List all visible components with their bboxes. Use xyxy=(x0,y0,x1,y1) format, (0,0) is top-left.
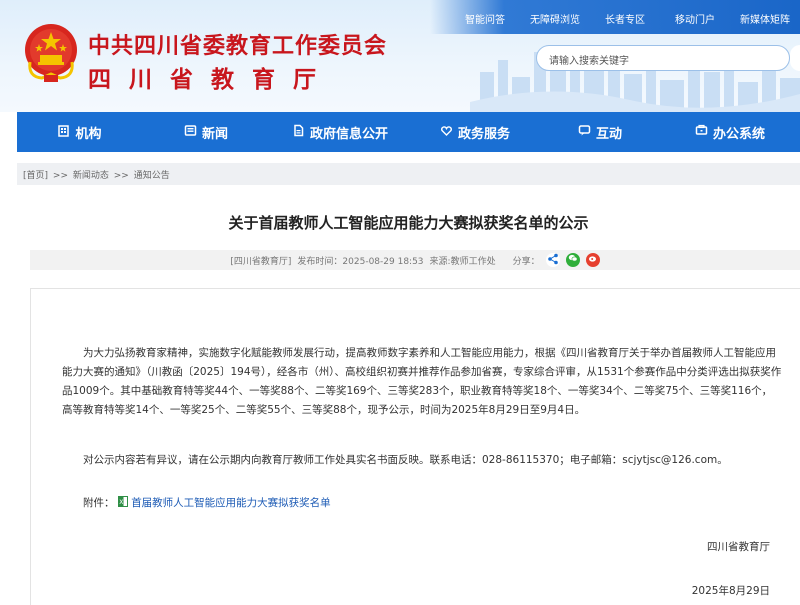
nav-item-office-system[interactable]: 办公系统 xyxy=(660,112,800,152)
chat-icon xyxy=(578,124,591,140)
wechat-icon[interactable] xyxy=(565,253,580,267)
service-icon xyxy=(440,124,453,140)
office-icon xyxy=(695,124,708,140)
national-emblem-icon xyxy=(25,24,77,82)
nav-item-institutions[interactable]: 机构 xyxy=(17,112,142,152)
top-link-new-media[interactable]: 新媒体矩阵 xyxy=(730,11,800,26)
attachment-label: 附件： xyxy=(83,497,115,509)
breadcrumb-home[interactable]: [首页] xyxy=(23,171,48,181)
site-header: 智能问答 无障碍浏览 长者专区 移动门户 新媒体矩阵 中共四川省委教育工作委员会… xyxy=(0,0,800,112)
top-link-accessibility[interactable]: 无障碍浏览 xyxy=(520,11,590,26)
attachment-link[interactable]: 首届教师人工智能应用能力大赛拟获奖名单 xyxy=(131,497,331,509)
nav-label: 新闻 xyxy=(201,126,228,142)
breadcrumb-notices[interactable]: 通知公告 xyxy=(134,171,170,181)
nav-item-gov-services[interactable]: 政务服务 xyxy=(410,112,540,152)
main-navigation: 机构 新闻 政府信息公开 政务服务 互动 办公系统 xyxy=(17,112,800,152)
share-icon[interactable] xyxy=(545,253,560,267)
document-icon xyxy=(292,124,305,140)
site-subtitle: 四川省教育厅 xyxy=(88,67,334,93)
breadcrumb-separator: >> xyxy=(113,171,129,181)
search-input[interactable]: 请输入搜索关键字 xyxy=(536,45,790,71)
breadcrumb-news[interactable]: 新闻动态 xyxy=(73,171,109,181)
meta-published: 发布时间：2025-08-29 18:53 xyxy=(297,256,424,267)
attachment-row: 附件： X 首届教师人工智能应用能力大赛拟获奖名单 xyxy=(83,495,331,510)
article-paragraph-2: 对公示内容若有异议，请在公示期内向教育厅教师工作处具实名书面反映。联系电话：02… xyxy=(83,454,728,466)
article-meta: [四川省教育厅] 发布时间：2025-08-29 18:53 来源:教师工作处 … xyxy=(30,250,800,270)
article-title: 关于首届教师人工智能应用能力大赛拟获奖名单的公示 xyxy=(228,214,589,232)
newspaper-icon xyxy=(184,124,197,140)
site-title: 中共四川省委教育工作委员会 xyxy=(88,34,388,59)
meta-source-tag: [四川省教育厅] xyxy=(230,256,292,267)
nav-item-gov-info[interactable]: 政府信息公开 xyxy=(270,112,410,152)
breadcrumb-separator: >> xyxy=(52,171,68,181)
publish-date: 2025年8月29日 xyxy=(691,585,770,597)
nav-label: 互动 xyxy=(595,126,622,142)
top-link-elderly[interactable]: 长者专区 xyxy=(590,11,660,26)
meta-origin: 来源:教师工作处 xyxy=(429,256,496,267)
nav-label: 机构 xyxy=(75,126,102,142)
meta-share-label: 分享： xyxy=(512,256,540,267)
weibo-icon[interactable] xyxy=(585,253,600,267)
excel-file-icon: X xyxy=(117,496,128,510)
top-link-ai-qa[interactable]: 智能问答 xyxy=(450,11,520,26)
article-content-frame xyxy=(30,288,800,605)
building-icon xyxy=(57,124,70,140)
nav-item-interaction[interactable]: 互动 xyxy=(540,112,660,152)
nav-label: 政府信息公开 xyxy=(309,126,388,142)
top-link-mobile[interactable]: 移动门户 xyxy=(660,11,730,26)
nav-item-news[interactable]: 新闻 xyxy=(142,112,270,152)
signature: 四川省教育厅 xyxy=(707,541,770,553)
nav-label: 政务服务 xyxy=(457,126,510,142)
article-paragraph-1: 为大力弘扬教育家精神，实施数字化赋能教师发展行动，提高教师数字素养和人工智能应用… xyxy=(62,347,782,416)
nav-label: 办公系统 xyxy=(712,126,765,142)
top-links: 智能问答 无障碍浏览 长者专区 移动门户 新媒体矩阵 xyxy=(450,11,800,26)
search-button[interactable] xyxy=(790,45,800,71)
breadcrumb: [首页] >> 新闻动态 >> 通知公告 xyxy=(17,163,800,185)
svg-text:X: X xyxy=(119,499,123,506)
